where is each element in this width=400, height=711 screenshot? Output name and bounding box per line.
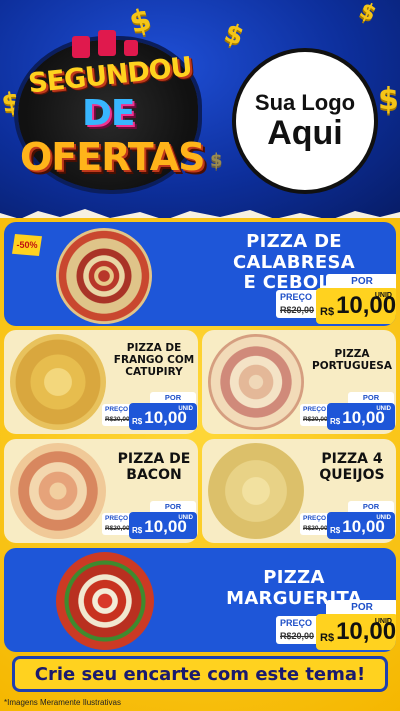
old-price: R$20,00	[303, 525, 328, 532]
logo-placeholder[interactable]: Sua Logo Aqui	[232, 48, 378, 194]
offer-name: PIZZA DE BACON	[112, 451, 196, 483]
percent-badge-icon: -50%	[12, 234, 42, 256]
logo-text-line1: Sua Logo	[254, 90, 356, 116]
offer-card-calabresa[interactable]: -50% PIZZA DE CALABRESA E CEBOLA POR PRE…	[4, 222, 396, 326]
dollar-sign-icon: $	[125, 1, 156, 42]
pizza-image	[208, 334, 304, 430]
currency-symbol: R$	[132, 417, 143, 426]
preco-label: PREÇO	[303, 515, 327, 522]
currency-symbol: R$	[330, 417, 341, 426]
old-price-box: PREÇO R$20,00	[300, 404, 330, 426]
unit-label: UNID	[374, 292, 392, 299]
current-price: R$ 10,00 UNID	[129, 403, 197, 430]
offer-name-line1: PIZZA DE	[126, 342, 182, 354]
dollar-sign-icon: $	[220, 17, 248, 53]
offer-name-line2: QUEIJOS	[319, 467, 385, 484]
price-tag: POR PREÇO R$20,00 R$ 10,00 UNID	[102, 501, 197, 539]
current-price: R$ 10,00 UNID	[327, 403, 395, 430]
offer-name: PIZZA PORTUGUESA	[310, 348, 394, 372]
logo-text-line2: Aqui	[267, 114, 343, 153]
pizza-image	[208, 443, 304, 539]
cta-button[interactable]: Crie seu encarte com este tema!	[12, 656, 388, 692]
price-tag: POR PREÇO R$20,00 R$ 10,00 UNID	[276, 274, 396, 326]
current-price: R$ 10,00 UNID	[327, 512, 395, 539]
offer-name-line1: PIZZA	[334, 348, 370, 360]
unit-label: UNID	[376, 515, 391, 521]
old-price-box: PREÇO R$20,00	[300, 513, 330, 535]
old-price: R$20,00	[303, 416, 328, 423]
old-price: R$20,00	[105, 416, 130, 423]
gift-box-icon	[98, 30, 116, 56]
unit-label: UNID	[178, 406, 193, 412]
currency-symbol: R$	[132, 526, 143, 535]
pizza-image	[56, 552, 154, 650]
dollar-sign-icon: $	[355, 0, 380, 28]
offer-card-bacon[interactable]: PIZZA DE BACON POR PREÇO R$20,00 R$ 10,0…	[4, 439, 198, 543]
gift-box-icon	[72, 36, 90, 58]
price-tag: POR PREÇO R$20,00 R$ 10,00 UNID	[102, 392, 197, 430]
current-price: R$ 10,00 UNID	[316, 614, 396, 650]
preco-label: PREÇO	[303, 406, 327, 413]
offer-name-line3: CATUPIRY	[125, 366, 183, 379]
unit-label: UNID	[374, 618, 392, 625]
offer-card-4-queijos[interactable]: PIZZA 4 QUEIJOS POR PREÇO R$20,00 R$ 10,…	[202, 439, 396, 543]
current-price: R$ 10,00 UNID	[316, 288, 396, 324]
old-price-box: PREÇO R$20,00	[102, 404, 132, 426]
offer-card-frango[interactable]: PIZZA DE FRANGO COM CATUPIRY POR PREÇO R…	[4, 330, 198, 434]
dollar-sign-icon: $	[378, 82, 399, 117]
offer-name: PIZZA DE FRANGO COM CATUPIRY	[112, 342, 196, 378]
price-tag: POR PREÇO R$20,00 R$ 10,00 UNID	[276, 600, 396, 652]
offer-name-line2: PORTUGUESA	[312, 360, 392, 373]
pizza-image	[10, 334, 106, 430]
old-price-box: PREÇO R$20,00	[276, 290, 320, 318]
pizza-image	[56, 228, 152, 324]
old-price: R$20,00	[280, 305, 315, 315]
currency-symbol: R$	[320, 306, 335, 318]
old-price-box: PREÇO R$20,00	[102, 513, 132, 535]
offer-name-line1: PIZZA DE CALABRESA	[232, 231, 355, 273]
old-price: R$20,00	[280, 631, 315, 641]
currency-symbol: R$	[320, 632, 335, 644]
gift-box-icon	[124, 40, 138, 56]
price-tag: POR PREÇO R$20,00 R$ 10,00 UNID	[300, 392, 395, 430]
currency-symbol: R$	[330, 526, 341, 535]
offer-card-portuguesa[interactable]: PIZZA PORTUGUESA POR PREÇO R$20,00 R$ 10…	[202, 330, 396, 434]
offer-card-marguerita[interactable]: PIZZA MARGUERITA POR PREÇO R$20,00 R$ 10…	[4, 548, 396, 652]
offer-name-line1: PIZZA 4	[321, 451, 383, 467]
pizza-image	[10, 443, 106, 539]
unit-label: UNID	[178, 515, 193, 521]
preco-label: PREÇO	[280, 292, 313, 302]
old-price-box: PREÇO R$20,00	[276, 616, 320, 644]
unit-label: UNID	[376, 406, 391, 412]
current-price: R$ 10,00 UNID	[129, 512, 197, 539]
header-banner: $ $ $ $ $ $ SEGUNDOU DE OFERTAS Sua Logo…	[0, 0, 400, 220]
dollar-sign-icon: $	[210, 150, 223, 171]
offer-name-line1: PIZZA DE	[117, 451, 191, 467]
preco-label: PREÇO	[105, 406, 129, 413]
footnote: *Imagens Meramente Ilustrativas	[4, 698, 121, 707]
preco-label: PREÇO	[105, 515, 129, 522]
cta-label: Crie seu encarte com este tema!	[34, 663, 366, 685]
offer-name: PIZZA 4 QUEIJOS	[310, 451, 394, 483]
title-ofertas: OFERTAS	[20, 135, 206, 179]
price-tag: POR PREÇO R$20,00 R$ 10,00 UNID	[300, 501, 395, 539]
offer-name-line2: BACON	[126, 467, 182, 484]
title-de: DE	[82, 93, 135, 134]
preco-label: PREÇO	[280, 618, 313, 628]
old-price: R$20,00	[105, 525, 130, 532]
offer-name-line2: FRANGO COM	[113, 354, 195, 367]
